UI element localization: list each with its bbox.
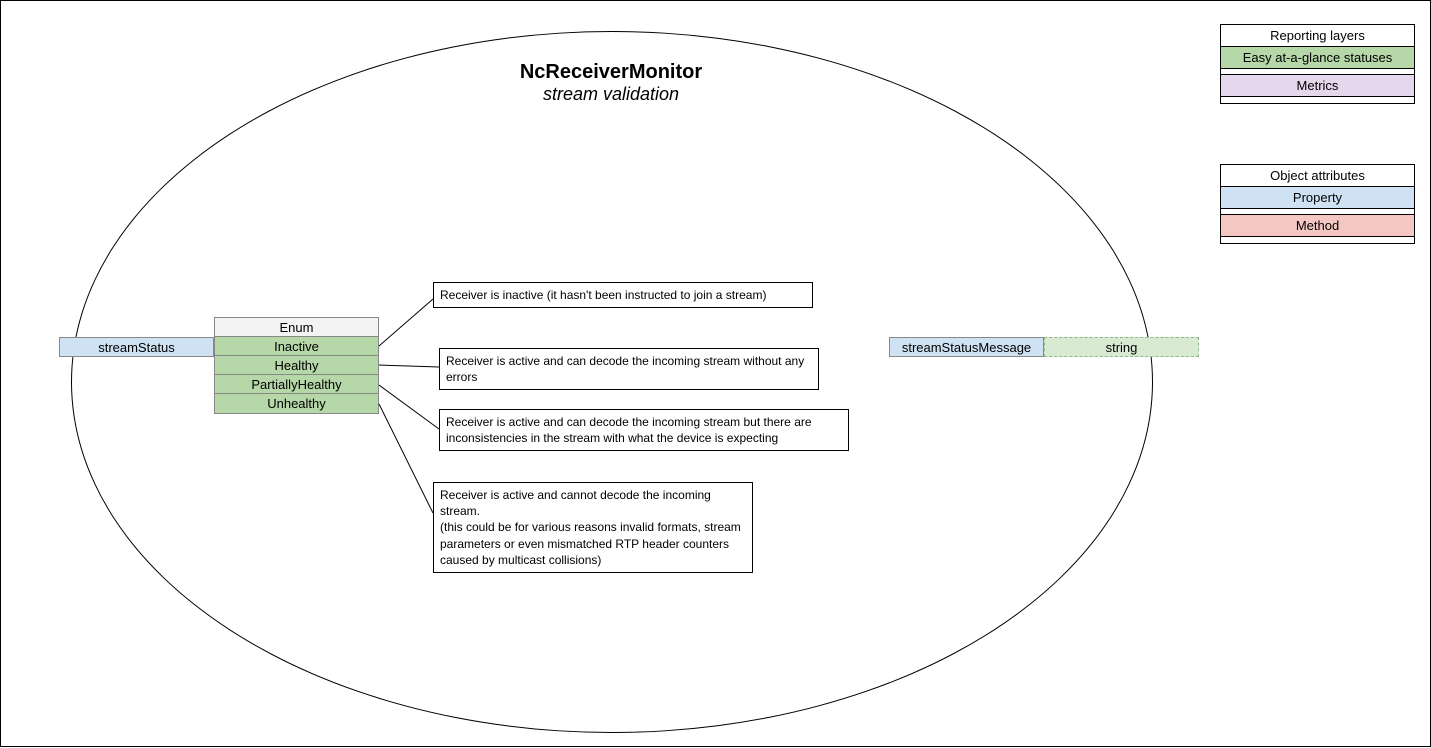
note-unhealthy: Receiver is active and cannot decode the… [433, 482, 753, 573]
property-stream-status: streamStatus [59, 337, 214, 357]
legend2-title: Object attributes [1221, 165, 1414, 187]
note-partial: Receiver is active and can decode the in… [439, 409, 849, 451]
note-healthy: Receiver is active and can decode the in… [439, 348, 819, 390]
diagram-title: NcReceiverMonitor stream validation [1, 61, 1221, 105]
enum-value-partial: PartiallyHealthy [215, 375, 378, 394]
legend2-row-1: Method [1221, 215, 1414, 237]
legend2-gap2 [1221, 237, 1414, 243]
legend2-row-0: Property [1221, 187, 1414, 209]
title-main: NcReceiverMonitor [1, 61, 1221, 84]
property-stream-status-message: streamStatusMessage [889, 337, 1044, 357]
title-sub: stream validation [1, 84, 1221, 105]
enum-value-inactive: Inactive [215, 337, 378, 356]
note-inactive: Receiver is inactive (it hasn't been ins… [433, 282, 813, 308]
enum-table: Enum Inactive Healthy PartiallyHealthy U… [214, 317, 379, 414]
type-string: string [1044, 337, 1199, 357]
enum-value-healthy: Healthy [215, 356, 378, 375]
enum-value-unhealthy: Unhealthy [215, 394, 378, 413]
legend1-row-1: Metrics [1221, 75, 1414, 97]
legend-object-attributes: Object attributes Property Method [1220, 164, 1415, 244]
legend1-title: Reporting layers [1221, 25, 1414, 47]
diagram-canvas: NcReceiverMonitor stream validation stre… [0, 0, 1431, 747]
legend1-row-0: Easy at-a-glance statuses [1221, 47, 1414, 69]
legend-reporting-layers: Reporting layers Easy at-a-glance status… [1220, 24, 1415, 104]
enum-header: Enum [215, 318, 378, 337]
legend1-gap2 [1221, 97, 1414, 103]
